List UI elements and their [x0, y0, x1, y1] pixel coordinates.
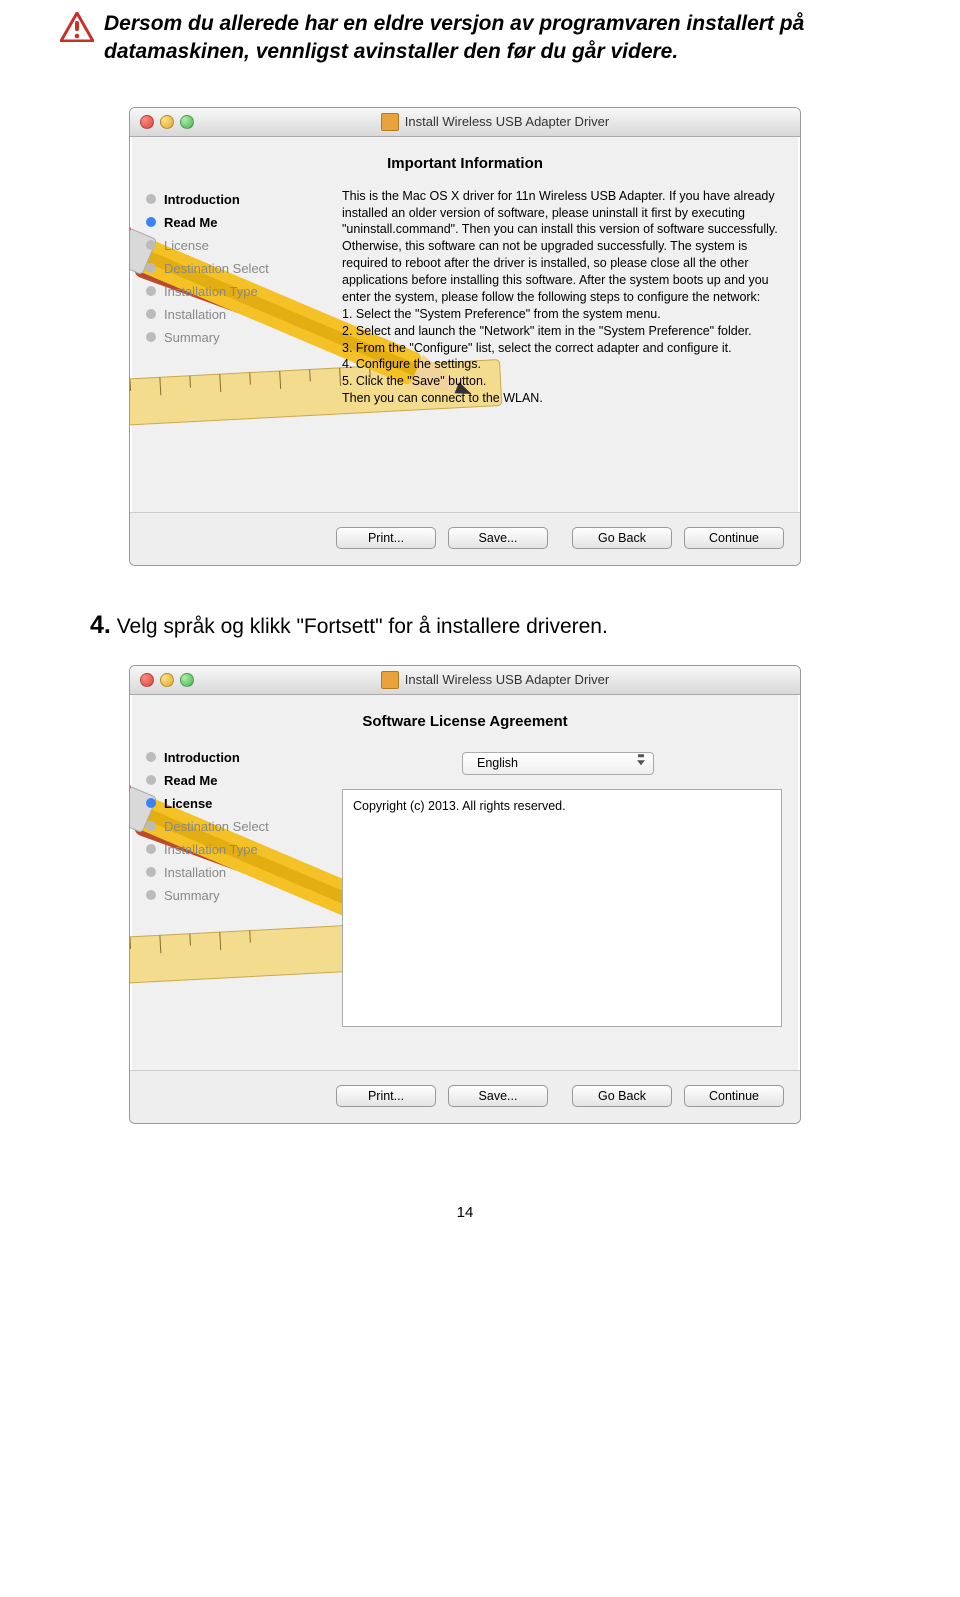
step-bullet-icon: [146, 867, 156, 877]
step-bullet-icon: [146, 240, 156, 250]
readme-line: 3. From the "Configure" list, select the…: [342, 340, 794, 357]
window-title: Install Wireless USB Adapter Driver: [405, 114, 609, 129]
step-description: Velg språk og klikk "Fortsett" for å ins…: [111, 615, 608, 638]
step-installation: Installation: [146, 861, 336, 884]
step-installation: Installation: [146, 303, 336, 326]
minimize-icon[interactable]: [160, 115, 174, 129]
language-select[interactable]: English: [462, 752, 654, 775]
step-installation-type: Installation Type: [146, 280, 336, 303]
step-label: License: [164, 796, 212, 811]
titlebar: Install Wireless USB Adapter Driver: [130, 108, 800, 137]
step-label: Installation Type: [164, 842, 258, 857]
step-number: 4.: [90, 611, 111, 639]
step-label: Read Me: [164, 215, 217, 230]
installer-window-readme: Install Wireless USB Adapter Driver Impo…: [129, 107, 801, 566]
page-number: 14: [60, 1204, 870, 1221]
footer-buttons: Print... Save... Go Back Continue: [130, 1070, 800, 1123]
step-label: Summary: [164, 330, 220, 345]
warning-text: Dersom du allerede har en eldre versjon …: [104, 10, 870, 67]
step-bullet-icon: [146, 263, 156, 273]
close-icon[interactable]: [140, 673, 154, 687]
readme-line: 5. Click the "Save" button.: [342, 373, 794, 390]
minimize-icon[interactable]: [160, 673, 174, 687]
titlebar: Install Wireless USB Adapter Driver: [130, 666, 800, 695]
language-value: English: [477, 755, 518, 772]
step-bullet-icon: [146, 844, 156, 854]
close-icon[interactable]: [140, 115, 154, 129]
readme-line: 1. Select the "System Preference" from t…: [342, 306, 794, 323]
installer-steps-sidebar: Introduction Read Me License Destination Se…: [130, 182, 336, 512]
print-button[interactable]: Print...: [336, 1085, 436, 1107]
step-bullet-icon: [146, 821, 156, 831]
step-summary: Summary: [146, 326, 336, 349]
step-bullet-icon: [146, 890, 156, 900]
step-label: Read Me: [164, 773, 217, 788]
step-label: Installation: [164, 865, 226, 880]
installer-steps-sidebar: Introduction Read Me License Destination Se…: [130, 740, 336, 1070]
step-label: Summary: [164, 888, 220, 903]
step-bullet-icon: [146, 775, 156, 785]
section-heading: Software License Agreement: [130, 695, 800, 740]
step-license: License: [146, 234, 336, 257]
print-button[interactable]: Print...: [336, 527, 436, 549]
section-heading: Important Information: [130, 137, 800, 182]
readme-line: 2. Select and launch the "Network" item …: [342, 323, 794, 340]
go-back-button[interactable]: Go Back: [572, 1085, 672, 1107]
package-icon: [381, 671, 399, 689]
step-label: Installation: [164, 307, 226, 322]
go-back-button[interactable]: Go Back: [572, 527, 672, 549]
step-read-me: Read Me: [146, 211, 336, 234]
step-installation-type: Installation Type: [146, 838, 336, 861]
step-read-me: Read Me: [146, 769, 336, 792]
step-label: Destination Select: [164, 819, 269, 834]
readme-line: This is the Mac OS X driver for 11n Wire…: [342, 188, 794, 306]
readme-content: This is the Mac OS X driver for 11n Wire…: [336, 182, 800, 512]
zoom-icon[interactable]: [180, 673, 194, 687]
step-label: License: [164, 238, 209, 253]
zoom-icon[interactable]: [180, 115, 194, 129]
step-bullet-icon: [146, 752, 156, 762]
save-button[interactable]: Save...: [448, 527, 548, 549]
footer-buttons: Print... Save... Go Back Continue: [130, 512, 800, 565]
warning-block: Dersom du allerede har en eldre versjon …: [60, 10, 870, 67]
save-button[interactable]: Save...: [448, 1085, 548, 1107]
package-icon: [381, 113, 399, 131]
step-introduction: Introduction: [146, 188, 336, 211]
readme-line: Then you can connect to the WLAN.: [342, 390, 794, 407]
step-label: Introduction: [164, 750, 240, 765]
step-label: Installation Type: [164, 284, 258, 299]
step-bullet-icon: [146, 286, 156, 296]
continue-button[interactable]: Continue: [684, 527, 784, 549]
installer-window-license: Install Wireless USB Adapter Driver Soft…: [129, 665, 801, 1124]
step-label: Introduction: [164, 192, 240, 207]
step-destination-select: Destination Select: [146, 815, 336, 838]
continue-button[interactable]: Continue: [684, 1085, 784, 1107]
step-label: Destination Select: [164, 261, 269, 276]
step-bullet-icon: [146, 798, 156, 808]
step-introduction: Introduction: [146, 746, 336, 769]
step-4-text: 4. Velg språk og klikk "Fortsett" for å …: [90, 611, 870, 640]
step-license: License: [146, 792, 336, 815]
readme-line: 4. Configure the settings.: [342, 356, 794, 373]
alert-icon: [60, 12, 94, 42]
step-destination-select: Destination Select: [146, 257, 336, 280]
copyright-text: Copyright (c) 2013. All rights reserved.: [353, 799, 566, 813]
step-summary: Summary: [146, 884, 336, 907]
license-text-box: Copyright (c) 2013. All rights reserved.: [342, 789, 782, 1027]
step-bullet-icon: [146, 217, 156, 227]
step-bullet-icon: [146, 309, 156, 319]
step-bullet-icon: [146, 332, 156, 342]
step-bullet-icon: [146, 194, 156, 204]
window-title: Install Wireless USB Adapter Driver: [405, 672, 609, 687]
